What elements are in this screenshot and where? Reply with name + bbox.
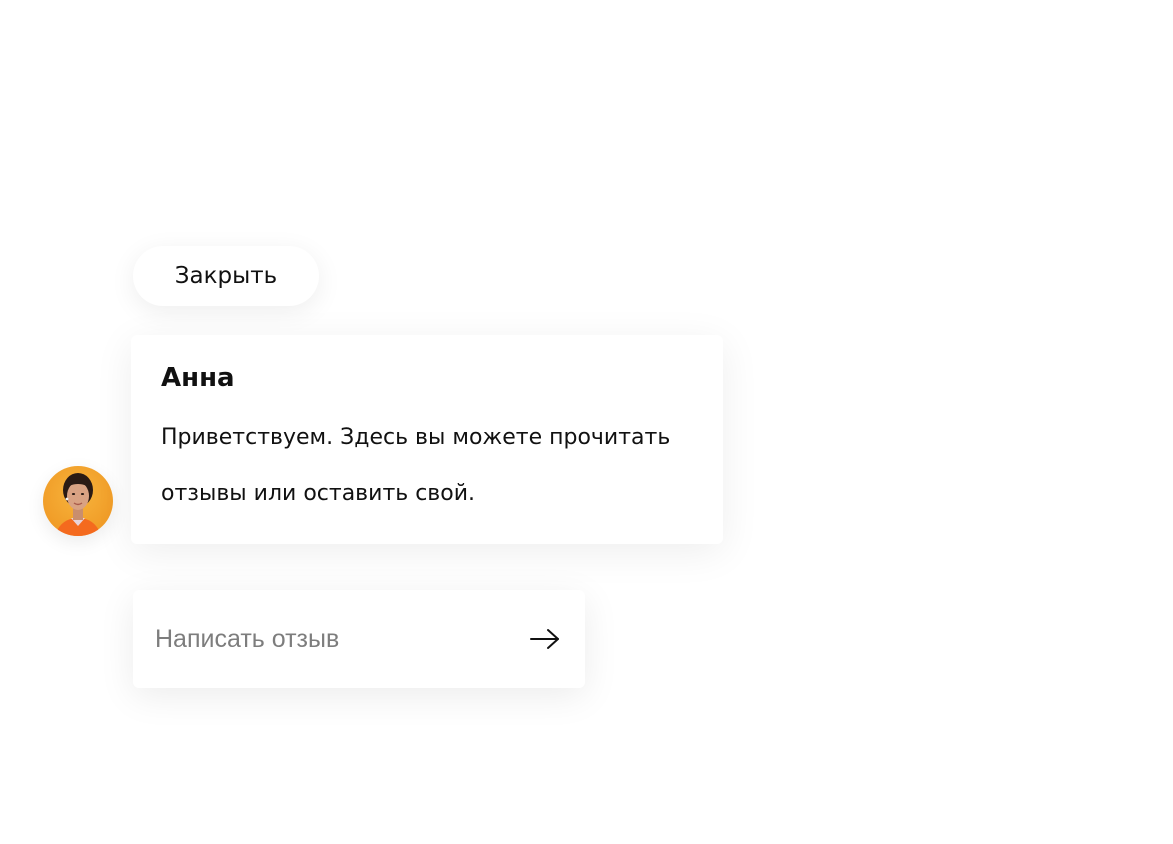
review-input[interactable] <box>155 614 515 664</box>
review-composer <box>133 590 585 688</box>
message-text: Приветствуем. Здесь вы можете прочитать … <box>161 425 671 506</box>
close-button[interactable]: Закрыть <box>133 246 319 306</box>
send-button[interactable] <box>525 619 565 659</box>
message-author: Анна <box>161 363 235 393</box>
chat-widget: Закрыть Анна Приветствуем. Здесь вы може… <box>0 0 1173 844</box>
avatar <box>43 466 113 536</box>
message-bubble: Анна Приветствуем. Здесь вы можете прочи… <box>131 335 723 544</box>
arrow-right-icon <box>530 629 559 649</box>
operator-avatar-photo <box>43 466 113 536</box>
